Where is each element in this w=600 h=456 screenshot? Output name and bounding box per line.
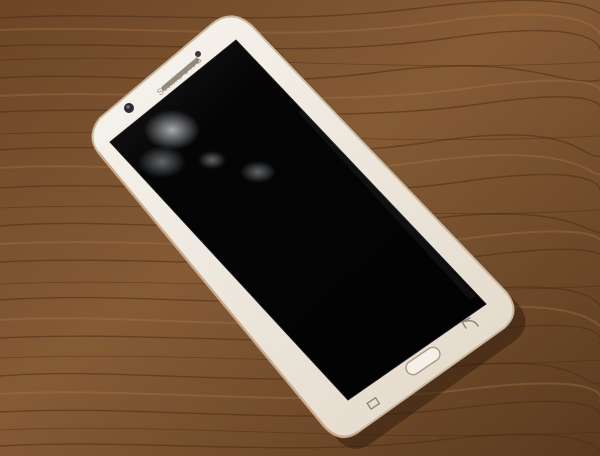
- photo-scene: SAMSUNG: [0, 0, 600, 456]
- camera-lens-icon: [124, 103, 134, 113]
- photo-canvas: SAMSUNG: [0, 0, 600, 456]
- sensor-icon: [195, 51, 201, 57]
